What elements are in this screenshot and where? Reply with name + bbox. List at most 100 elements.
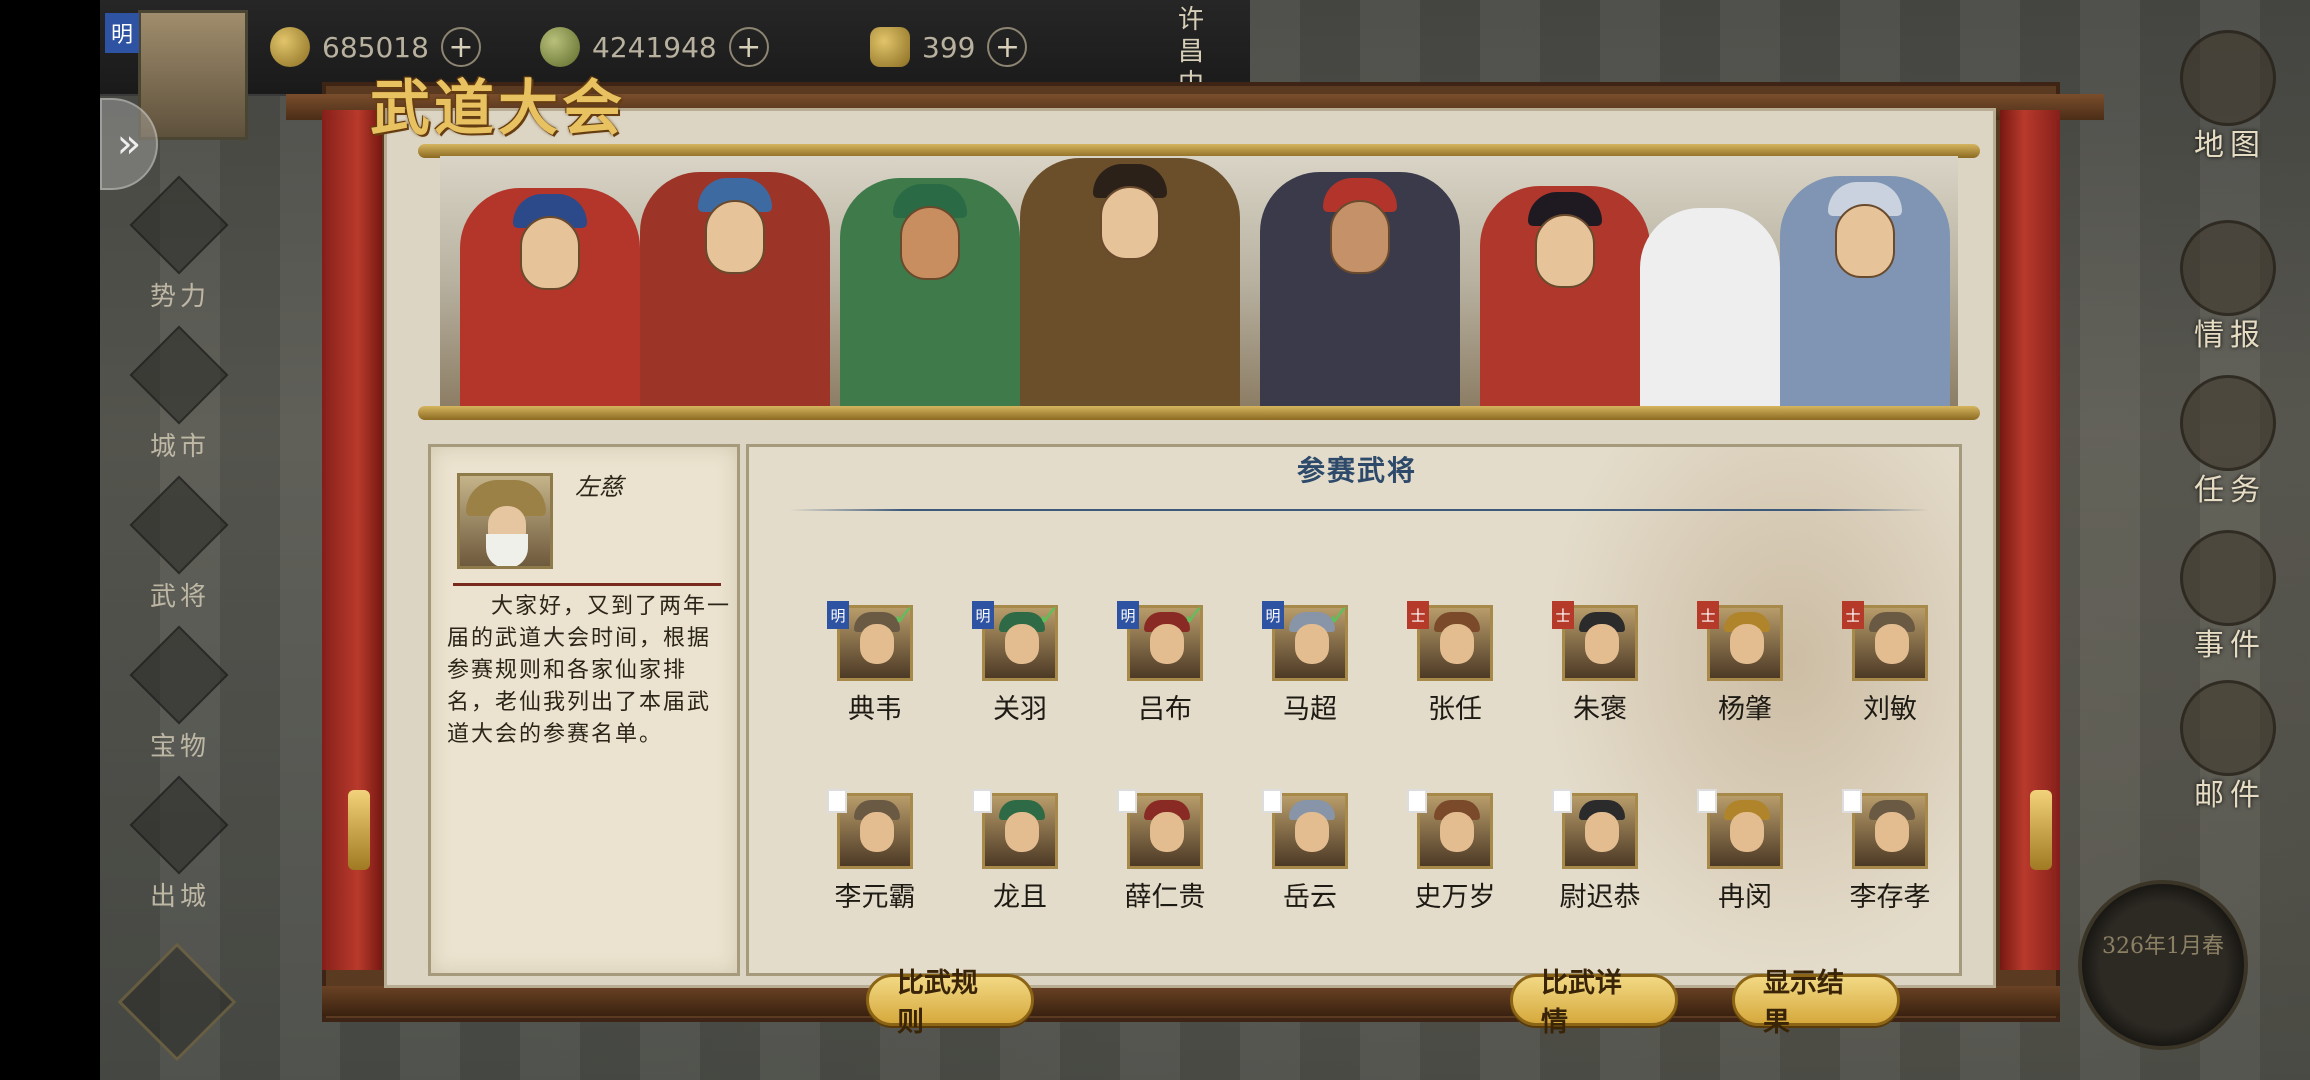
nav-mail[interactable]: 邮件 xyxy=(2160,670,2300,813)
host-divider xyxy=(453,583,721,586)
checkmark-icon: ✓ xyxy=(1327,599,1351,632)
general-select-checkbox[interactable] xyxy=(1117,789,1137,813)
rules-button[interactable]: 比武规则 xyxy=(866,968,1034,1038)
nav-mail-label: 邮件 xyxy=(2194,778,2266,813)
faction-icon xyxy=(129,175,229,275)
add-food-button[interactable]: + xyxy=(728,27,769,67)
general-portrait xyxy=(1707,793,1783,869)
general-card[interactable]: 士张任 xyxy=(1387,601,1507,735)
general-portrait xyxy=(1127,793,1203,869)
map-icon xyxy=(2180,30,2276,126)
general-card[interactable]: 史万岁 xyxy=(1387,789,1507,923)
general-name: 马超 xyxy=(1283,694,1337,725)
food-value: 4241948 xyxy=(592,30,717,64)
general-name: 朱褒 xyxy=(1573,694,1627,725)
right-scroll-knob xyxy=(2030,790,2052,870)
nav-map-label: 地图 xyxy=(2194,128,2266,163)
general-rank-tag: 士 xyxy=(1842,601,1864,629)
general-card[interactable]: 薛仁贵 xyxy=(1097,789,1217,923)
general-card[interactable]: 明 ✓ 吕布 xyxy=(1097,599,1217,735)
player-avatar[interactable]: 明 xyxy=(105,10,248,140)
general-rank-tag: 士 xyxy=(1697,601,1719,629)
results-button[interactable]: 显示结果 xyxy=(1732,968,1900,1038)
event-icon xyxy=(2180,530,2276,626)
nav-generals[interactable]: 武将 xyxy=(118,475,242,612)
general-select-checkbox[interactable] xyxy=(1552,789,1572,813)
general-name: 冉闵 xyxy=(1718,882,1772,913)
general-card[interactable]: 士刘敏 xyxy=(1822,601,1942,735)
nav-city[interactable]: 城市 xyxy=(118,325,242,462)
quest-icon xyxy=(2180,375,2276,471)
hero-figure xyxy=(460,188,640,408)
general-card[interactable]: 龙且 xyxy=(952,789,1072,923)
general-rank-tag: 士 xyxy=(1552,601,1574,629)
general-portrait xyxy=(1272,793,1348,869)
general-card[interactable]: 冉闵 xyxy=(1677,789,1797,923)
nav-events[interactable]: 事件 xyxy=(2160,520,2300,663)
general-card[interactable]: 士朱褒 xyxy=(1532,601,1652,735)
hero-figure xyxy=(840,178,1020,408)
rules-button-label: 比武规则 xyxy=(897,968,978,1038)
left-scroll-knob xyxy=(348,790,370,870)
checkmark-icon: ✓ xyxy=(1182,599,1206,632)
general-card[interactable]: 尉迟恭 xyxy=(1532,789,1652,923)
mail-icon xyxy=(2180,680,2276,776)
coins-value: 685018 xyxy=(322,30,429,64)
panel-title: 武道大会 xyxy=(370,74,626,144)
general-card[interactable]: 明 ✓ 典韦 xyxy=(807,599,927,735)
general-card[interactable]: 明 ✓ 关羽 xyxy=(952,599,1072,735)
details-button[interactable]: 比武详情 xyxy=(1510,968,1678,1038)
general-rank-tag: 明 xyxy=(1262,601,1284,629)
general-name: 杨肇 xyxy=(1718,694,1772,725)
nav-map[interactable]: 地图 xyxy=(2160,20,2300,163)
treasure-icon xyxy=(129,625,229,725)
double-chevron-right-icon: » xyxy=(116,121,142,167)
host-speech: 大家好，又到了两年一届的武道大会时间，根据参赛规则和各家仙家排名，老仙我列出了本… xyxy=(447,594,732,747)
general-select-checkbox[interactable] xyxy=(1697,789,1717,813)
general-rank-tag: 士 xyxy=(1407,601,1429,629)
host-portrait xyxy=(457,473,553,569)
nav-quests[interactable]: 任务 xyxy=(2160,365,2300,508)
general-card[interactable]: 李存孝 xyxy=(1822,789,1942,923)
ingots-value: 399 xyxy=(922,30,976,64)
general-card[interactable]: 明 ✓ 马超 xyxy=(1242,599,1362,735)
general-portrait xyxy=(1852,793,1928,869)
nav-treasure[interactable]: 宝物 xyxy=(118,625,242,762)
generals-grid: 明 ✓ 典韦明 ✓ 关羽明 ✓ 吕布明 ✓ 马超士张任士朱褒士杨肇士刘敏 李元霸 龙且 薛仁贵 岳云 史万… xyxy=(749,447,1959,973)
general-rank-tag: 明 xyxy=(1117,601,1139,629)
general-card[interactable]: 李元霸 xyxy=(807,789,927,923)
add-ingots-button[interactable]: + xyxy=(987,27,1028,67)
host-panel: 左慈 大家好，又到了两年一届的武道大会时间，根据参赛规则和各家仙家排名，老仙我列… xyxy=(428,444,740,976)
hero-figure xyxy=(1020,158,1240,408)
nav-generals-label: 武将 xyxy=(149,582,210,612)
general-select-checkbox[interactable] xyxy=(1842,789,1862,813)
date-display: 326年1月春 xyxy=(2078,880,2248,1050)
ingots-resource: 399 + xyxy=(870,22,1028,72)
general-select-checkbox[interactable] xyxy=(972,789,992,813)
general-card[interactable]: 岳云 xyxy=(1242,789,1362,923)
hero-figure xyxy=(640,172,830,408)
nav-faction-label: 势力 xyxy=(149,282,210,312)
general-rank-tag: 明 xyxy=(972,601,994,629)
general-name: 关羽 xyxy=(993,694,1047,725)
general-select-checkbox[interactable] xyxy=(827,789,847,813)
host-name: 左慈 xyxy=(575,473,623,501)
general-name: 刘敏 xyxy=(1863,694,1917,725)
nav-leave-city[interactable]: 出城 xyxy=(118,775,242,912)
horse-figure xyxy=(1640,208,1780,408)
faction-badge: 明 xyxy=(105,13,139,53)
nav-quests-label: 任务 xyxy=(2194,473,2266,508)
general-card[interactable]: 士杨肇 xyxy=(1677,601,1797,735)
general-select-checkbox[interactable] xyxy=(1262,789,1282,813)
general-select-checkbox[interactable] xyxy=(1407,789,1427,813)
nav-intel[interactable]: 情报 xyxy=(2160,210,2300,353)
nav-treasure-label: 宝物 xyxy=(149,732,210,762)
nav-city-label: 城市 xyxy=(149,432,210,462)
general-name: 尉迟恭 xyxy=(1559,882,1641,913)
hero-figure xyxy=(1480,186,1650,408)
general-portrait xyxy=(1417,793,1493,869)
nav-faction[interactable]: 势力 xyxy=(118,175,242,312)
intel-icon xyxy=(2180,220,2276,316)
heroes-banner-image xyxy=(440,156,1958,408)
gate-icon xyxy=(129,775,229,875)
